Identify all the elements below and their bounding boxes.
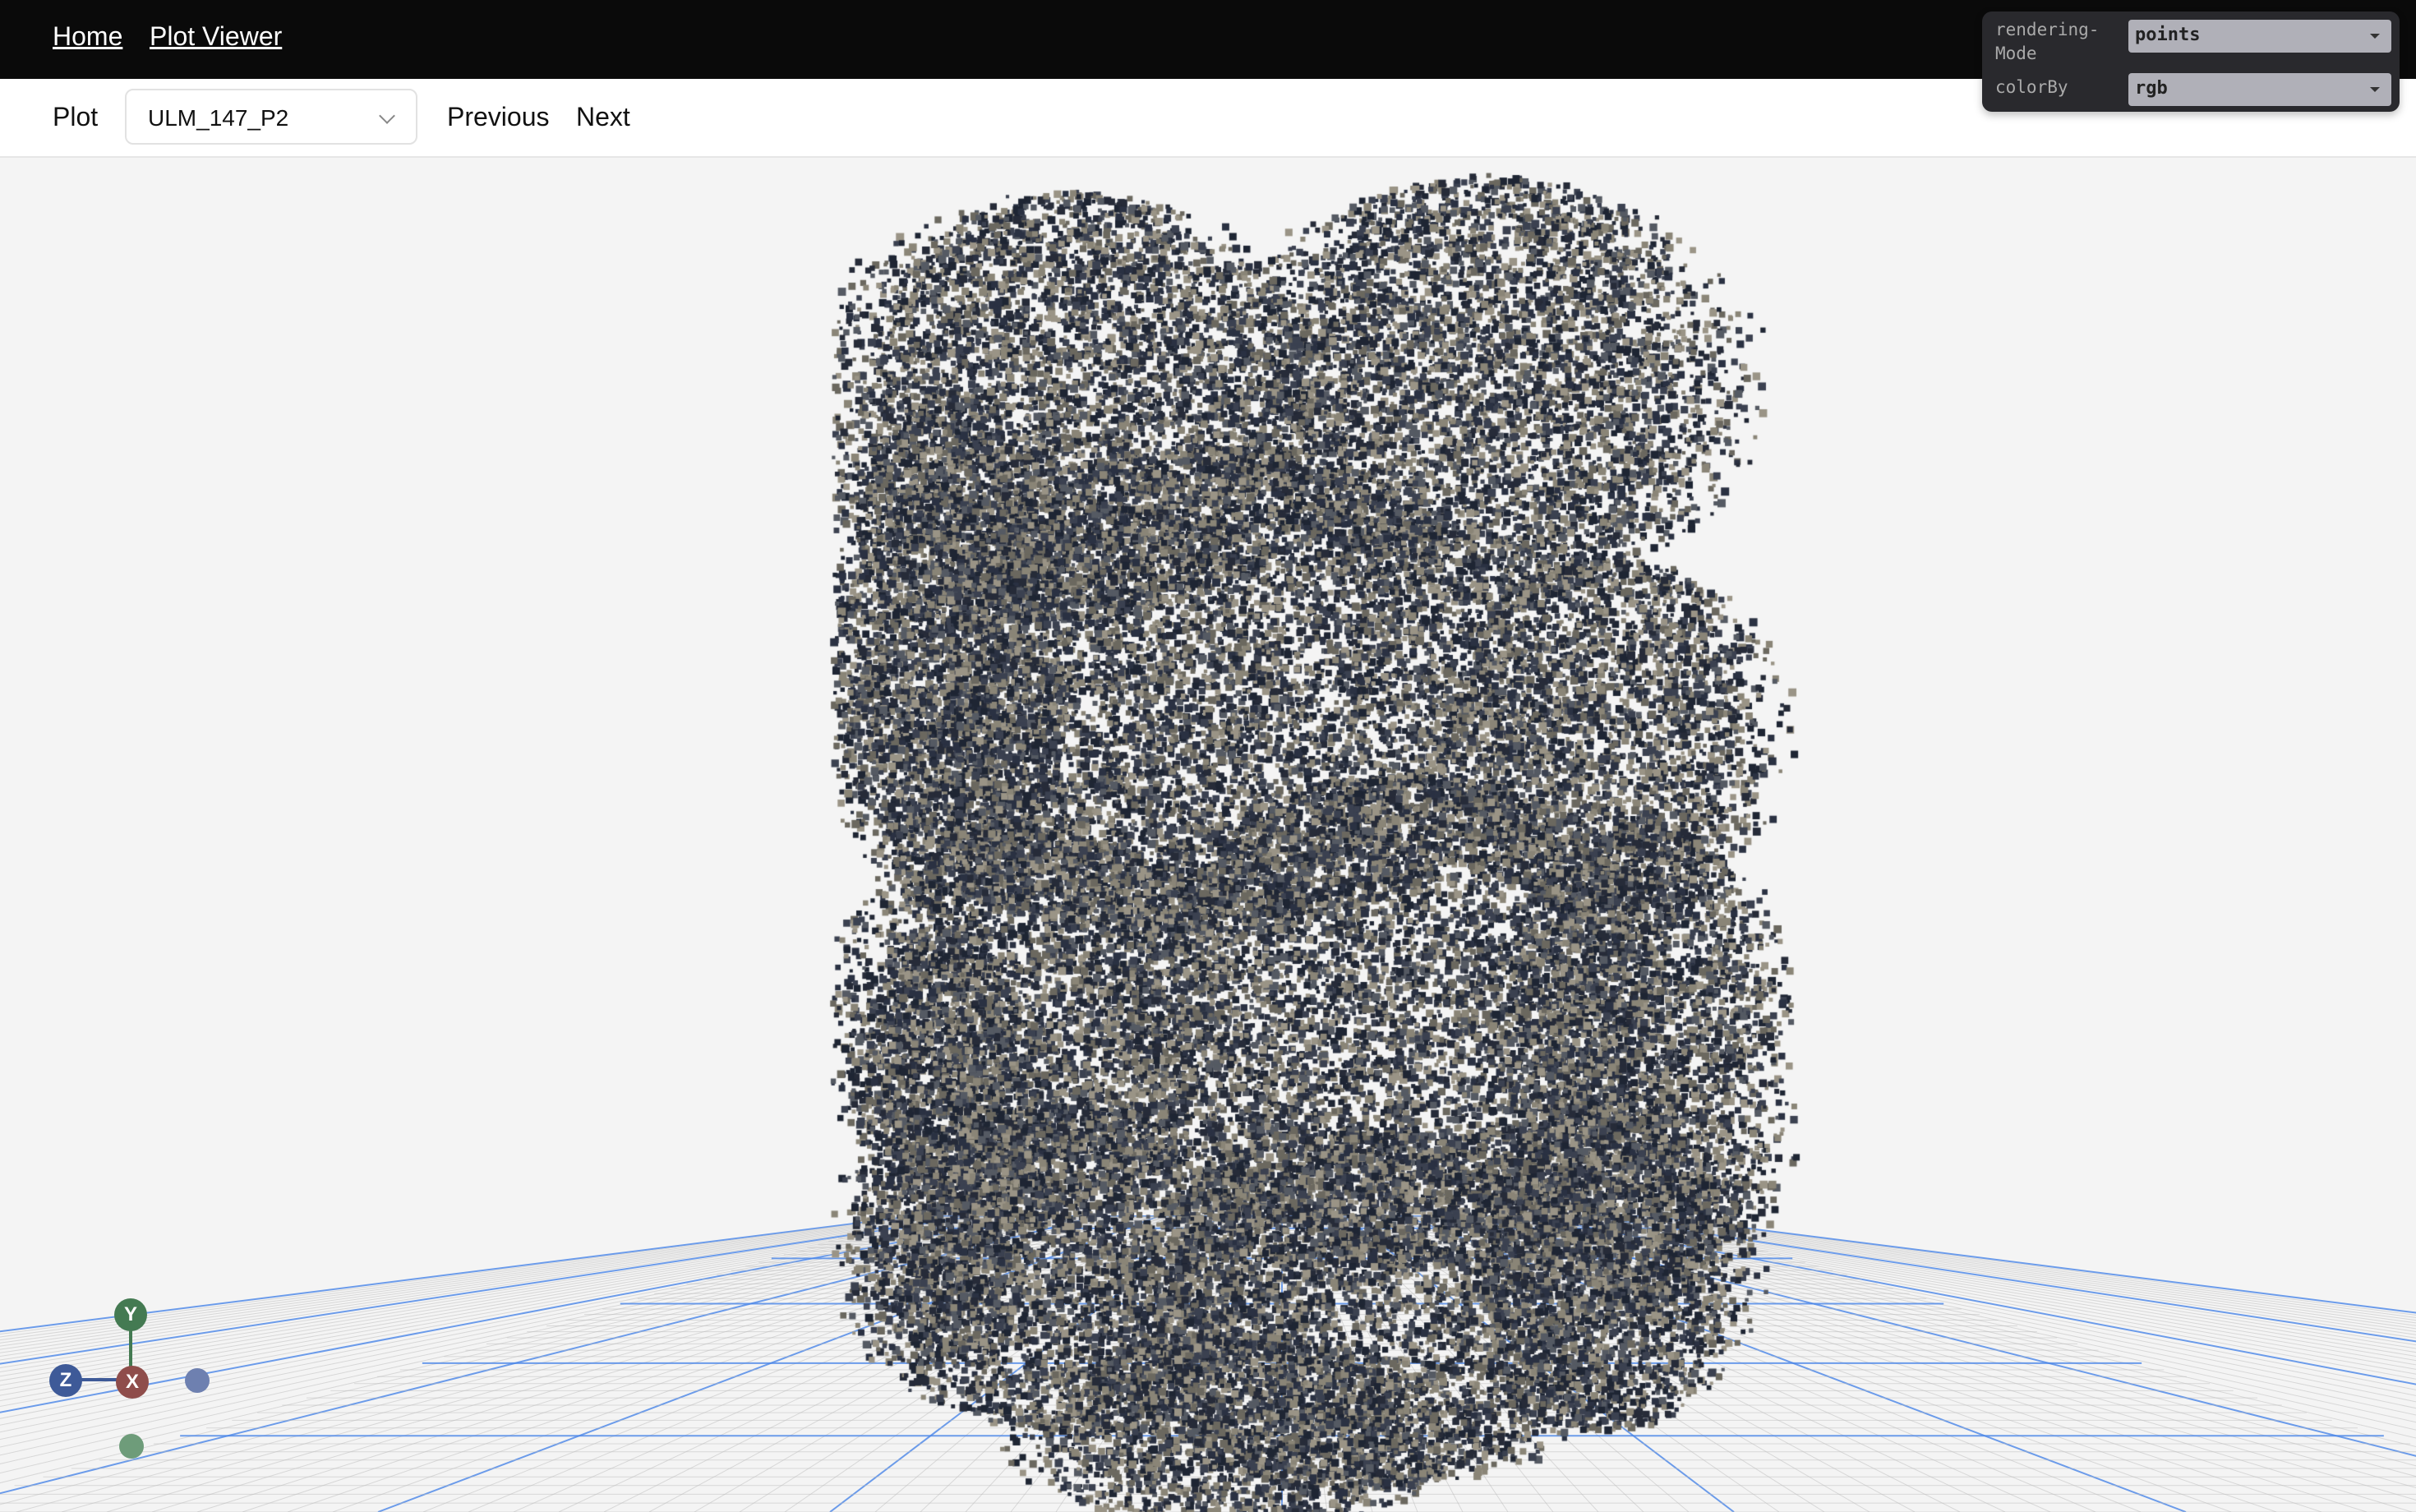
rendering-mode-label: rendering- Mode (1995, 18, 2099, 66)
negative-y-dot[interactable] (119, 1434, 144, 1459)
rendering-mode-value: points (2135, 25, 2201, 45)
z-axis-button[interactable]: Z (49, 1364, 82, 1397)
color-by-value: rgb (2135, 78, 2168, 99)
point-cloud (0, 156, 2416, 1512)
render-controls-panel: rendering- Mode points colorBy rgb (1982, 12, 2400, 112)
plot-label: Plot (53, 102, 99, 131)
plot-select-value: ULM_147_P2 (148, 105, 289, 131)
rendering-mode-select[interactable]: points (2128, 20, 2391, 53)
caret-down-icon (2370, 87, 2380, 92)
x-axis-button[interactable]: X (116, 1366, 149, 1399)
point-cloud-viewport[interactable] (0, 156, 2416, 1512)
rendering-mode-label-line2: Mode (1995, 44, 2037, 63)
chevron-down-icon (379, 108, 395, 124)
y-axis-button[interactable]: Y (114, 1298, 147, 1331)
home-link[interactable]: Home (53, 21, 122, 52)
rendering-mode-label-line1: rendering- (1995, 20, 2100, 39)
next-button[interactable]: Next (576, 102, 630, 132)
plot-viewer-link[interactable]: Plot Viewer (150, 21, 282, 52)
caret-down-icon (2370, 34, 2380, 39)
previous-button[interactable]: Previous (447, 102, 550, 132)
color-by-label: colorBy (1995, 77, 2068, 97)
color-by-select[interactable]: rgb (2128, 73, 2391, 106)
plot-select[interactable]: ULM_147_P2 (125, 89, 417, 145)
negative-z-dot[interactable] (185, 1368, 210, 1393)
